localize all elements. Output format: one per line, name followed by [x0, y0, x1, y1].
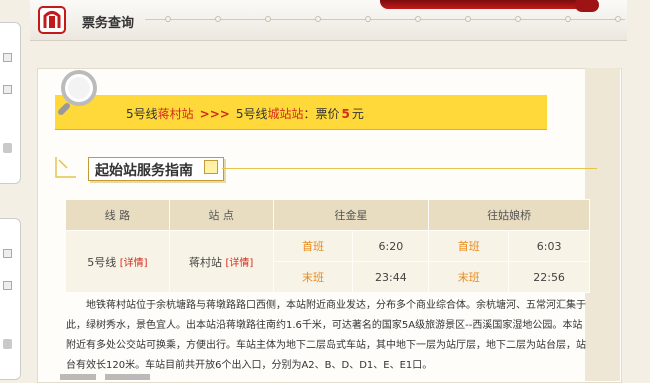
edit-icon[interactable]	[204, 160, 218, 174]
line-cell: 5号线 [详情]	[65, 230, 170, 293]
from-line: 5号线	[126, 107, 158, 121]
guide-divider	[222, 168, 597, 169]
metro-logo-icon	[38, 6, 66, 34]
dir1-first-time: 6:20	[352, 230, 430, 262]
side-checkbox[interactable]	[3, 53, 12, 62]
station-cell: 蒋村站 [详情]	[168, 230, 274, 293]
col-direction-2: 往姑娘桥	[428, 199, 590, 231]
route-summary: 5号线蒋村站 >>> 5号线城站站：票价 5 元	[126, 105, 364, 122]
table-row: 5号线 [详情] 蒋村站 [详情] 首班 6:20 首班 6:03	[65, 230, 590, 293]
station-description: 地铁蒋村站位于余杭塘路与蒋墩路路口西侧，本站附近商业发达，分布多个商业综合体。余…	[66, 300, 586, 371]
guide-title: 起始站服务指南	[95, 163, 193, 179]
col-line: 线 路	[65, 199, 170, 231]
line-detail-link[interactable]: [详情]	[120, 258, 148, 269]
col-station: 站 点	[168, 199, 274, 231]
dir1-last-time: 23:44	[352, 261, 430, 293]
table-header-row: 线 路 站 点 往金星 往姑娘桥	[65, 199, 590, 231]
first-train-label: 首班	[428, 230, 510, 262]
side-button[interactable]	[3, 143, 12, 153]
ticket-price: 5	[341, 107, 350, 121]
schedule-table: 线 路 站 点 往金星 往姑娘桥 5号线 [详情] 蒋村站 [详情] 首班 6:…	[65, 199, 590, 293]
from-station: 蒋村站	[157, 107, 194, 121]
line-name: 5号线	[87, 255, 117, 269]
last-train-label: 末班	[272, 261, 354, 293]
dir2-first-time: 6:03	[508, 230, 590, 262]
last-train-label: 末班	[428, 261, 510, 293]
side-panel-bottom	[0, 218, 21, 380]
side-checkbox[interactable]	[3, 85, 12, 94]
dir2-last-time: 22:56	[508, 261, 590, 293]
side-checkbox[interactable]	[3, 281, 12, 290]
side-checkbox[interactable]	[3, 249, 12, 258]
station-name: 蒋村站	[189, 255, 223, 269]
header-red-bar	[380, 0, 590, 9]
price-label: ：票价	[303, 107, 340, 121]
price-unit: 元	[351, 107, 364, 121]
first-train-label: 首班	[272, 230, 354, 262]
station-detail-link[interactable]: [详情]	[226, 258, 254, 269]
col-direction-1: 往金星	[272, 199, 430, 231]
section-corner-icon	[55, 157, 76, 178]
side-button[interactable]	[3, 339, 12, 349]
page-title: 票务查询	[82, 16, 135, 31]
route-arrows: >>>	[199, 107, 230, 121]
header-red-knob	[575, 0, 599, 12]
magnifier-icon	[58, 70, 97, 115]
side-panel-top	[0, 22, 21, 184]
next-section-heading-fragment	[60, 374, 150, 380]
card-right-strip	[585, 68, 620, 381]
to-line: 5号线	[235, 107, 268, 121]
to-station: 城站站	[267, 107, 304, 121]
header-divider	[145, 16, 625, 22]
